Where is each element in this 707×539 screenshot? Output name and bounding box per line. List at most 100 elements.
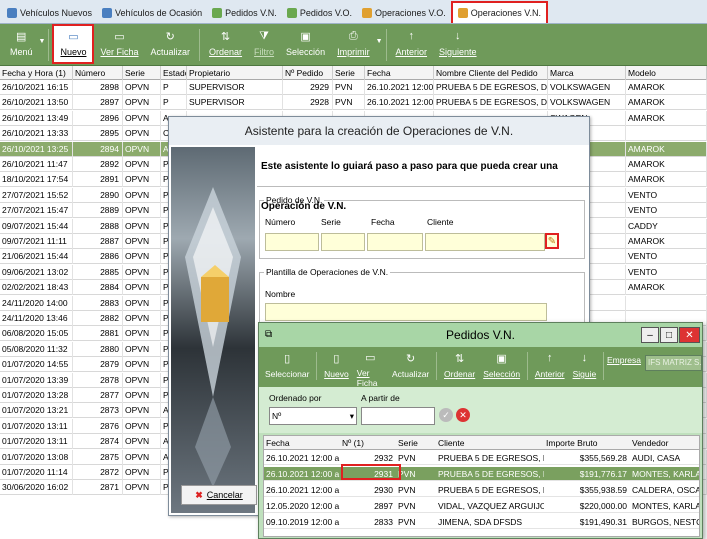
- table-cell: 2877: [73, 388, 123, 403]
- pedidos-row[interactable]: 26.10.2021 12:00 a. m. 2930 PVN PRUEBA 5 DE…: [264, 483, 699, 497]
- wizard-title: Asistente para la creación de Operacione…: [169, 117, 589, 145]
- a-partir-input[interactable]: [361, 407, 435, 425]
- pedidos-column-header[interactable]: Cliente: [436, 436, 544, 450]
- sort-icon: ⇅: [220, 30, 231, 43]
- grid-column-header[interactable]: Estado: [161, 66, 187, 80]
- pedidos-grid[interactable]: Fecha Nº (1) Serie Cliente Importe Bruto Vend…: [263, 435, 700, 537]
- grid-column-header[interactable]: Marca: [548, 66, 626, 80]
- pedidos-row[interactable]: 12.05.2020 12:00 a. m. 2897 PVN VIDAL, VAZQ…: [264, 499, 699, 513]
- table-cell: 26/10/2021 13:25: [0, 141, 73, 157]
- print-dropdown-icon[interactable]: ▼: [376, 24, 383, 45]
- table-cell: 2898: [73, 80, 123, 95]
- grid-column-header[interactable]: Propietario: [187, 66, 283, 80]
- select-button[interactable]: ▯ Seleccionar: [261, 347, 313, 387]
- table-cell: 2888: [73, 218, 123, 234]
- table-cell: 2897: [73, 95, 123, 111]
- table-cell: 27/07/2021 15:52: [0, 187, 73, 203]
- grid-column-header[interactable]: Nº Pedido: [283, 66, 333, 80]
- table-cell: AMAROK: [626, 110, 707, 126]
- empresa-select[interactable]: IFS MATRIZ S.A. ▾: [644, 355, 702, 371]
- clear-x-icon[interactable]: ✕: [456, 408, 470, 422]
- grid-column-header[interactable]: Serie: [123, 66, 161, 80]
- table-cell: 2929: [283, 80, 333, 95]
- pedidos-row[interactable]: 26.10.2021 12:00 a. m.2931PVNPRUEBA 5 DE…: [264, 467, 699, 481]
- tab-1[interactable]: Vehículos de Ocasión: [97, 3, 207, 23]
- table-cell: 2895: [73, 126, 123, 142]
- table-cell: 2879: [73, 357, 123, 373]
- serie-input[interactable]: [321, 233, 365, 251]
- pedidos-row[interactable]: 26.10.2021 12:00 a. m. 2932 PVN PRUEBA 5 DE…: [264, 451, 699, 465]
- pedidos-column-header[interactable]: Fecha: [264, 436, 340, 450]
- pedidos-selection-button[interactable]: ▣ Selección: [479, 347, 524, 387]
- pick-pedido-pencil-icon[interactable]: ✎: [545, 233, 559, 249]
- pedidos-new-button[interactable]: ▯ Nuevo: [320, 347, 353, 387]
- pedidos-row[interactable]: 09.10.2019 12:00 a. m. 2833 PVN JIMENA, SDA…: [264, 515, 699, 529]
- tab-5[interactable]: Operaciones V.N.: [450, 1, 548, 23]
- menu-button[interactable]: ▤ Menú: [4, 24, 39, 64]
- table-cell: OPVN: [123, 403, 161, 419]
- fecha-input[interactable]: [367, 233, 423, 251]
- sort-button[interactable]: ⇅ Ordenar: [203, 24, 248, 64]
- ordenado-por-select[interactable]: Nº ▾: [269, 407, 357, 425]
- minimize-button[interactable]: –: [641, 327, 659, 343]
- grid-column-header[interactable]: Serie: [333, 66, 365, 80]
- table-cell: OPVN: [123, 141, 161, 157]
- pedidos-column-header[interactable]: Nº (1): [340, 436, 396, 450]
- new-button[interactable]: ▭ Nuevo: [52, 24, 95, 64]
- filter-button[interactable]: ⧩ Filtro: [248, 24, 280, 64]
- grid-column-header[interactable]: Fecha: [365, 66, 434, 80]
- pedidos-refresh-button[interactable]: ↻ Actualizar: [388, 347, 433, 387]
- grid-column-header[interactable]: Nombre Cliente del Pedido: [434, 66, 548, 80]
- table-cell: OPVN: [123, 465, 161, 480]
- chevron-down-icon: ▾: [349, 411, 354, 421]
- table-row[interactable]: 26/10/2021 16:15 2898 OPVN P SUPERVISOR 2929 P…: [0, 80, 707, 95]
- print-button[interactable]: ⎙ Imprimir: [331, 24, 376, 64]
- cancel-button[interactable]: ✖ Cancelar: [181, 485, 257, 505]
- pedidos-view-button[interactable]: ▭ Ver Ficha: [353, 347, 388, 388]
- table-cell: P: [161, 95, 187, 111]
- grid-column-header[interactable]: Número: [73, 66, 123, 80]
- pedidos-cell: 2897: [374, 501, 393, 511]
- table-cell: OPVN: [123, 388, 161, 403]
- grid-column-header[interactable]: Modelo: [626, 66, 707, 80]
- table-cell: 2891: [73, 172, 123, 188]
- table-cell: CADDY: [626, 218, 707, 234]
- pedidos-cell: $355,569.28: [579, 453, 627, 463]
- pedidos-previous-button[interactable]: ↑ Anterior: [531, 347, 569, 387]
- pedidos-cell: PVN: [398, 469, 416, 479]
- apply-check-icon[interactable]: ✓: [439, 408, 453, 422]
- pedidos-sort-button[interactable]: ⇅ Ordenar: [440, 347, 479, 387]
- close-button[interactable]: ✕: [679, 327, 700, 343]
- grid-header: Fecha y Hora (1) Número Serie Estado Propiet…: [0, 66, 707, 80]
- nombre-input[interactable]: [265, 303, 547, 321]
- pedidos-next-button[interactable]: ↓ Siguie: [569, 347, 601, 387]
- pedidos-column-header[interactable]: Serie: [396, 436, 436, 450]
- menu-dropdown-icon[interactable]: ▼: [39, 24, 46, 45]
- table-row[interactable]: 26/10/2021 13:50 2897 OPVN P SUPERVISOR 2928 P…: [0, 95, 707, 111]
- table-cell: AMAROK: [626, 280, 707, 296]
- table-cell: 24/11/2020 13:46: [0, 311, 73, 326]
- tab-0[interactable]: Vehículos Nuevos: [2, 3, 97, 23]
- selection-button[interactable]: ▣ Selección: [280, 24, 331, 64]
- numero-input[interactable]: [265, 233, 319, 251]
- previous-button[interactable]: ↑ Anterior: [390, 24, 434, 64]
- table-cell: VENTO: [626, 203, 707, 219]
- grid-column-header[interactable]: Fecha y Hora (1): [0, 66, 73, 80]
- pedidos-column-header[interactable]: Vendedor: [630, 436, 699, 450]
- arrow-down-icon: ↓: [581, 352, 588, 364]
- tab-3[interactable]: Pedidos V.O.: [282, 3, 357, 23]
- table-cell: OPVN: [123, 341, 161, 357]
- table-cell: 2890: [73, 187, 123, 203]
- cliente-input[interactable]: [425, 233, 545, 251]
- refresh-button[interactable]: ↻ Actualizar: [145, 24, 197, 64]
- pedidos-column-header[interactable]: Importe Bruto: [544, 436, 630, 450]
- tab-2[interactable]: Pedidos V.N.: [207, 3, 282, 23]
- table-cell: 2878: [73, 372, 123, 388]
- next-button[interactable]: ↓ Siguiente: [433, 24, 483, 64]
- pedidos-cell: MONTES, KARLA: [632, 501, 699, 511]
- tab-4[interactable]: Operaciones V.O.: [357, 3, 451, 23]
- table-cell: OPVN: [123, 449, 161, 465]
- table-cell: 26/10/2021 11:47: [0, 157, 73, 172]
- maximize-button[interactable]: □: [660, 327, 678, 343]
- view-record-button[interactable]: ▭ Ver Ficha: [94, 24, 144, 64]
